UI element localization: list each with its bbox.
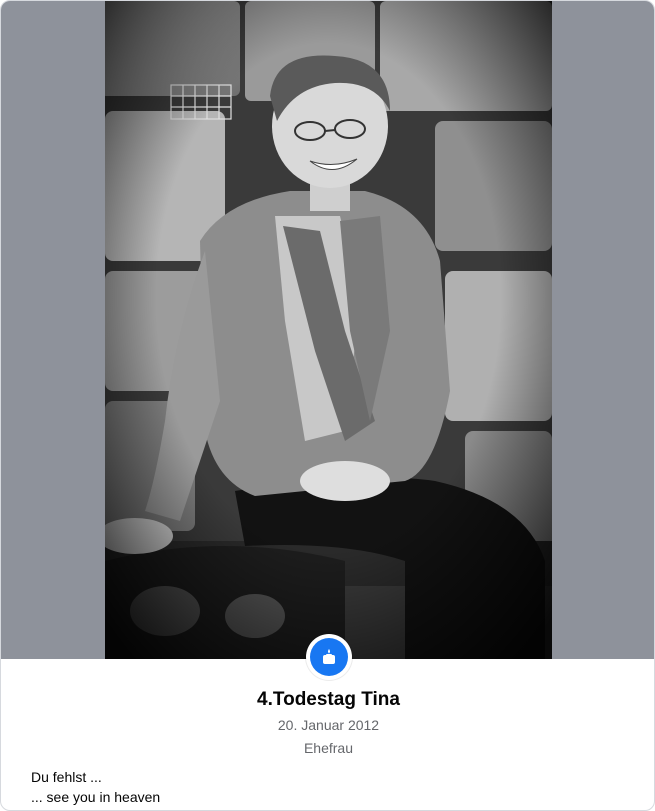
event-title: 4.Todestag Tina bbox=[257, 689, 400, 710]
message-line: ... see you in heaven bbox=[31, 789, 161, 805]
memorial-candle-icon bbox=[310, 638, 348, 676]
life-event-card: 4.Todestag Tina 20. Januar 2012 Ehefrau … bbox=[0, 0, 655, 811]
photo-area bbox=[1, 1, 654, 659]
event-photo[interactable] bbox=[105, 1, 552, 659]
event-badge bbox=[306, 634, 352, 680]
event-message: Du fehlst ... ... see you in heaven bbox=[31, 767, 160, 807]
message-line: Du fehlst ... bbox=[31, 769, 102, 785]
event-relation: Ehefrau bbox=[303, 740, 354, 756]
event-date: 20. Januar 2012 bbox=[277, 717, 380, 733]
